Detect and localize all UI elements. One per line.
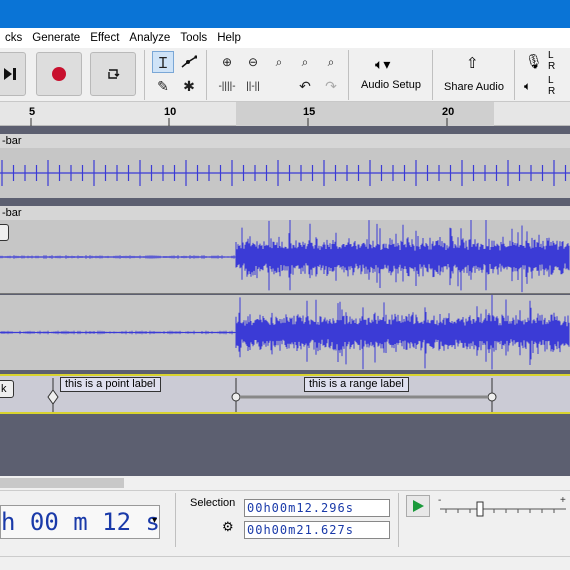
zoom-in-button[interactable]: ⊕: [216, 51, 238, 73]
trim-icon: -||||-: [218, 80, 236, 92]
time-display-value: h 00 m 12 s: [1, 508, 160, 536]
selection-start-value: 00h00m12.296s: [247, 501, 354, 515]
fit-project-icon: ⌕: [301, 54, 309, 69]
record-button[interactable]: [36, 52, 82, 96]
toolbar-separator: [175, 493, 176, 547]
horizontal-scrollbar[interactable]: [0, 476, 570, 490]
point-label[interactable]: this is a point label: [60, 377, 161, 392]
toolbar-separator: [206, 50, 207, 100]
share-audio-label: Share Audio: [444, 81, 504, 93]
silence-button[interactable]: ||-||: [242, 75, 264, 97]
speaker-icon: 🔈︎▾: [375, 56, 391, 72]
menu-help[interactable]: Help: [212, 32, 246, 44]
undo-icon: ↶: [299, 77, 311, 94]
undo-button[interactable]: ↶: [294, 75, 316, 97]
record-icon: [52, 67, 66, 81]
share-audio-button[interactable]: ⇧ Share Audio: [436, 50, 510, 98]
menu-generate[interactable]: Generate: [27, 32, 85, 44]
zoom-out-button[interactable]: ⊖: [242, 51, 264, 73]
redo-icon: ↷: [325, 77, 337, 94]
selection-settings-icon[interactable]: ⚙︎: [222, 519, 234, 535]
microphone-icon[interactable]: 🎙︎: [525, 53, 543, 70]
main-toolbar: Ｉ ✎ ✱ ⊕ ⊖ ⌕ ⌕ ⌕ -||||- ||-|| ↶ ↷ 🔈︎▾ Aud…: [0, 48, 570, 102]
meter-l-record: L: [548, 50, 554, 61]
playback-speed-slider[interactable]: - +: [436, 495, 570, 519]
ibeam-icon: Ｉ: [155, 54, 171, 72]
ruler-tick-label: 20: [442, 106, 455, 118]
selection-end-field[interactable]: 00h00m21.627s: [244, 521, 390, 539]
fit-project-button[interactable]: ⌕: [294, 51, 316, 73]
asterisk-icon: ✱: [183, 77, 195, 94]
play-at-speed-button[interactable]: [406, 495, 430, 517]
playback-meter-icon[interactable]: 🔈︎: [524, 79, 531, 94]
silence-icon: ||-||: [246, 80, 260, 92]
envelope-icon: [181, 55, 197, 68]
scrollbar-thumb[interactable]: [0, 478, 124, 488]
skip-to-end-button[interactable]: [0, 52, 26, 96]
zoom-toggle-icon: ⌕: [327, 54, 335, 69]
menu-tracks[interactable]: cks: [0, 32, 27, 44]
ruler-tick-label: 5: [29, 106, 36, 118]
toolbar-separator: [432, 50, 433, 100]
menu-tools[interactable]: Tools: [175, 32, 212, 44]
ruler-ticks: [30, 118, 448, 126]
toolbar-separator: [398, 493, 399, 547]
timeline-ruler[interactable]: 5 10 15 20: [0, 102, 570, 126]
svg-text:-: -: [438, 495, 441, 506]
toolbar-separator: [144, 50, 145, 100]
selection-label: Selection: [190, 497, 236, 509]
zoom-in-icon: ⊕: [221, 55, 233, 69]
fit-selection-button[interactable]: ⌕: [268, 51, 290, 73]
zoom-toggle-button[interactable]: ⌕: [320, 51, 342, 73]
meter-l-play: L: [548, 75, 554, 86]
track-name-1[interactable]: -bar: [0, 134, 570, 148]
audio-setup-button[interactable]: 🔈︎▾ Audio Setup: [355, 50, 429, 98]
svg-text:+: +: [560, 495, 566, 506]
zoom-out-icon: ⊖: [247, 55, 259, 69]
tracks-area[interactable]: -bar -bar: [0, 126, 570, 476]
status-bar: [0, 556, 570, 570]
redo-button[interactable]: ↷: [320, 75, 342, 97]
skip-end-icon: [4, 68, 16, 80]
multi-tool[interactable]: ✱: [178, 75, 200, 97]
toolbar-separator: [514, 50, 515, 100]
toolbar-separator: [348, 50, 349, 100]
track-menu-button[interactable]: [0, 224, 9, 241]
draw-tool[interactable]: ✎: [152, 75, 174, 97]
time-display[interactable]: h 00 m 12 s: [0, 505, 160, 539]
meter-r-record: R: [548, 61, 556, 72]
selection-end-value: 00h00m21.627s: [247, 523, 354, 537]
trim-button[interactable]: -||||-: [216, 75, 238, 97]
ruler-tick-label: 15: [303, 106, 316, 118]
click-waveform: [0, 160, 570, 186]
fit-selection-icon: ⌕: [275, 54, 283, 69]
time-dropdown-icon[interactable]: ▾: [152, 515, 157, 526]
envelope-tool[interactable]: [178, 51, 200, 73]
loop-icon: [108, 69, 120, 79]
click-track-waveform[interactable]: [0, 148, 570, 198]
right-channel-waveform: [0, 295, 570, 370]
range-label[interactable]: this is a range label: [304, 377, 409, 392]
share-icon: ⇧: [466, 55, 479, 72]
selection-tool[interactable]: Ｉ: [152, 51, 174, 73]
window-titlebar: [0, 0, 570, 28]
ruler-tick-label: 10: [164, 106, 177, 118]
pencil-icon: ✎: [157, 77, 169, 94]
play-icon: [413, 500, 424, 512]
left-channel-waveform: [0, 220, 570, 293]
label-track[interactable]: k this is a point label this is a range …: [0, 374, 570, 414]
menu-bar: cks Generate Effect Analyze Tools Help: [0, 28, 570, 48]
menu-effect[interactable]: Effect: [85, 32, 124, 44]
selection-start-field[interactable]: 00h00m12.296s: [244, 499, 390, 517]
audio-setup-label: Audio Setup: [361, 79, 421, 91]
meter-r-play: R: [548, 86, 556, 97]
stereo-track-left[interactable]: [0, 220, 570, 294]
stereo-track-right[interactable]: [0, 295, 570, 370]
menu-analyze[interactable]: Analyze: [124, 32, 175, 44]
track-name-2[interactable]: -bar: [0, 206, 570, 220]
loop-button[interactable]: [90, 52, 136, 96]
